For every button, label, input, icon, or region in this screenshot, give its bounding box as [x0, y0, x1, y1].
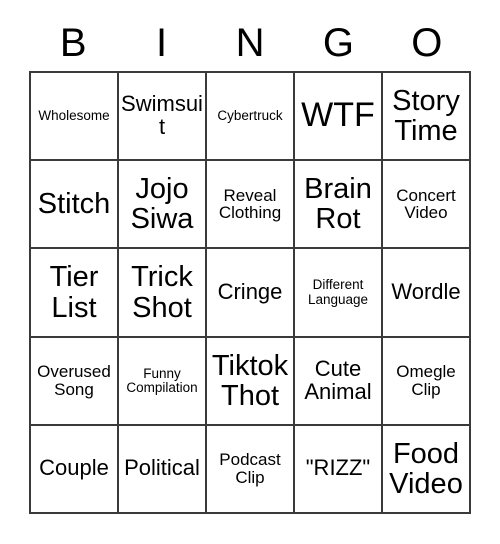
bingo-cell-label: Trick Shot [131, 261, 193, 324]
bingo-cell[interactable]: Omegle Clip [383, 337, 471, 426]
bingo-cell[interactable]: Overused Song [31, 337, 119, 426]
bingo-cell-label: Tier List [49, 261, 99, 324]
header-letter-1: I [156, 21, 168, 65]
bingo-cell-label: Stitch [37, 188, 111, 221]
bingo-cell[interactable]: Wordle [383, 249, 471, 338]
bingo-cell[interactable]: Wholesome [31, 73, 119, 162]
bingo-cell-label: Couple [39, 455, 109, 481]
bingo-row: Wholesome Swimsuit Cybertruck WTF Story … [31, 73, 471, 162]
bingo-cell[interactable]: "RIZZ" [295, 425, 383, 515]
bingo-cell-label: Food Video [389, 437, 463, 500]
bingo-cell[interactable]: Trick Shot [119, 249, 207, 338]
bingo-cell[interactable]: Brain Rot [295, 161, 383, 250]
bingo-cell[interactable]: Podcast Clip [207, 425, 295, 515]
bingo-row: Tier List Trick Shot Cringe Different La… [31, 249, 471, 338]
bingo-card: B I N G O Wholesome Swimsuit Cybertruck … [0, 0, 500, 544]
bingo-cell-label: Cute Animal [304, 355, 372, 404]
bingo-row: Overused Song Funny Compilation Tiktok T… [31, 337, 471, 426]
bingo-cell-label: "RIZZ" [305, 455, 371, 481]
bingo-cell[interactable]: Food Video [383, 425, 471, 515]
bingo-cell-label: Different Language [307, 277, 369, 307]
bingo-row: Stitch Jojo Siwa Reveal Clothing Brain R… [31, 161, 471, 250]
header-letter-0: B [59, 21, 87, 65]
bingo-grid: Wholesome Swimsuit Cybertruck WTF Story … [29, 71, 471, 515]
bingo-cell[interactable]: Jojo Siwa [119, 161, 207, 250]
header-letter-3: G [322, 21, 354, 65]
bingo-cell[interactable]: Story Time [383, 73, 471, 162]
bingo-cell[interactable]: Cute Animal [295, 337, 383, 426]
bingo-cell[interactable]: Funny Compilation [119, 337, 207, 426]
bingo-cell-label: Reveal Clothing [218, 185, 282, 223]
bingo-cell-label: Brain Rot [304, 173, 372, 236]
bingo-cell-label: Overused Song [37, 362, 111, 399]
bingo-cell-label: Cringe [217, 279, 283, 305]
header-letter-4: O [411, 21, 443, 65]
bingo-cell-label: Omegle Clip [396, 362, 456, 399]
bingo-cell-label: Tiktok Thot [211, 349, 289, 412]
bingo-cell[interactable]: Tiktok Thot [207, 337, 295, 426]
bingo-cell[interactable]: Tier List [31, 249, 119, 338]
bingo-cell[interactable]: Swimsuit [119, 73, 207, 162]
bingo-cell[interactable]: Concert Video [383, 161, 471, 250]
bingo-cell-label: Concert Video [396, 185, 456, 223]
bingo-cell-label: WTF [301, 96, 375, 135]
bingo-cell-label: Cybertruck [217, 108, 283, 124]
bingo-cell-label: Swimsuit [121, 91, 203, 140]
bingo-cell-label: Political [124, 455, 200, 481]
header-letter-2: N [235, 21, 265, 65]
bingo-row: Couple Political Podcast Clip "RIZZ" Foo… [31, 425, 471, 515]
bingo-cell[interactable]: Political [119, 425, 207, 515]
bingo-cell[interactable]: Cringe [207, 249, 295, 338]
bingo-cell[interactable]: Different Language [295, 249, 383, 338]
bingo-cell-label: Wholesome [38, 108, 110, 124]
bingo-cell[interactable]: Couple [31, 425, 119, 515]
bingo-cell-label: Story Time [392, 84, 460, 148]
bingo-header: B I N G O [29, 18, 471, 68]
bingo-cell[interactable]: Reveal Clothing [207, 161, 295, 250]
bingo-cell-label: Jojo Siwa [130, 173, 194, 236]
bingo-cell[interactable]: WTF [295, 73, 383, 162]
bingo-cell-label: Funny Compilation [126, 365, 198, 395]
bingo-cell-label: Wordle [391, 279, 461, 305]
bingo-cell[interactable]: Stitch [31, 161, 119, 250]
bingo-cell-label: Podcast Clip [219, 450, 281, 487]
bingo-cell[interactable]: Cybertruck [207, 73, 295, 162]
